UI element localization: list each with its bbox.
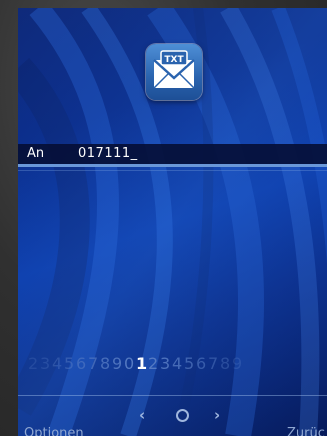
digit-selected[interactable]: 1 <box>136 354 148 373</box>
digit-picker[interactable]: 234567890123456789 <box>28 354 244 376</box>
digit-option[interactable]: 8 <box>220 354 232 373</box>
digit-option[interactable]: 6 <box>196 354 208 373</box>
digit-option[interactable]: 8 <box>100 354 112 373</box>
digit-option[interactable]: 2 <box>148 354 160 373</box>
nav-right-arrow-icon[interactable]: › <box>214 406 220 424</box>
nav-left-arrow-icon[interactable]: ‹ <box>139 406 145 424</box>
digit-option[interactable]: 4 <box>52 354 64 373</box>
divider <box>18 395 327 396</box>
divider <box>18 170 327 171</box>
digit-option[interactable]: 7 <box>208 354 220 373</box>
digit-option[interactable]: 5 <box>184 354 196 373</box>
app-icon-text: TXT <box>164 55 184 65</box>
txt-envelope-icon: TXT <box>146 44 202 100</box>
digit-option[interactable]: 2 <box>28 354 40 373</box>
nav-select-icon[interactable] <box>176 408 189 426</box>
digit-option[interactable]: 9 <box>232 354 244 373</box>
digit-option[interactable]: 7 <box>88 354 100 373</box>
digit-option[interactable]: 9 <box>112 354 124 373</box>
recipient-field[interactable]: An 017111_ <box>18 144 327 167</box>
back-softkey[interactable]: Zurüc <box>287 426 325 436</box>
digit-option[interactable]: 5 <box>64 354 76 373</box>
digit-option[interactable]: 3 <box>160 354 172 373</box>
digit-option[interactable]: 4 <box>172 354 184 373</box>
digit-option[interactable]: 3 <box>40 354 52 373</box>
options-softkey[interactable]: Optionen <box>24 426 84 436</box>
digit-option[interactable]: 0 <box>124 354 136 373</box>
phone-screen: TXT An 017111_ 234567890123456789 ‹ › Op… <box>18 8 327 436</box>
recipient-label: An <box>27 146 45 161</box>
digit-option[interactable]: 6 <box>76 354 88 373</box>
recipient-input[interactable]: 017111_ <box>78 146 138 161</box>
